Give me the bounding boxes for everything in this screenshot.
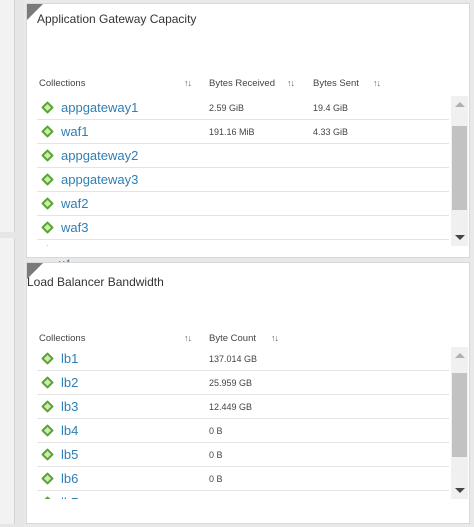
load-balancer-rows: lb1 137.014 GB lb2 25.959 GB lb3 12.449 GB lb4… [37, 347, 449, 499]
bytes-sent-value: 19.4 GiB [313, 103, 349, 113]
load-balancer-icon [41, 352, 54, 365]
table-row[interactable]: lb5 0 B [37, 443, 449, 467]
app-gateway-rows: appgateway1 2.59 GiB 19.4 GiB waf1 191.16 Mi… [37, 96, 449, 246]
scrollbar[interactable] [451, 96, 468, 246]
table-row[interactable]: waf2 [37, 192, 449, 216]
column-header-collections[interactable]: Collections [39, 78, 85, 89]
table-row[interactable]: appgateway2 [37, 144, 449, 168]
collection-link[interactable]: lb4 [61, 423, 78, 438]
load-balancer-bandwidth-tile[interactable]: Load Balancer Bandwidth Collections ↑↓ B… [26, 262, 470, 524]
table-row[interactable]: lb7 0 B [37, 491, 449, 499]
left-panel-strip [0, 0, 24, 527]
bytes-received-value: 191.16 MiB [209, 127, 255, 137]
table-row[interactable]: appgateway1 2.59 GiB 19.4 GiB [37, 96, 449, 120]
load-balancer-icon [41, 496, 54, 499]
sort-icon[interactable]: ↑↓ [184, 78, 192, 88]
column-header-collections[interactable]: Collections [39, 333, 85, 344]
table-row[interactable]: lb2 25.959 GB [37, 371, 449, 395]
app-gateway-capacity-tile[interactable]: Application Gateway Capacity Collections… [26, 3, 470, 270]
load-balancer-icon [41, 424, 54, 437]
collection-link[interactable]: lb3 [61, 399, 78, 414]
tile-title: Application Gateway Capacity [37, 12, 197, 26]
collection-link[interactable]: lb5 [61, 447, 78, 462]
sort-icon[interactable]: ↑↓ [373, 78, 381, 88]
collection-link[interactable]: waf1 [61, 124, 88, 139]
byte-count-value: 25.959 GB [209, 378, 253, 388]
scrollbar-thumb[interactable] [452, 126, 467, 210]
byte-count-value: 0 B [209, 426, 223, 436]
sort-icon[interactable]: ↑↓ [271, 333, 279, 343]
collection-link[interactable]: appgateway2 [61, 148, 138, 163]
table-row[interactable]: waf1 191.16 MiB 4.33 GiB [37, 120, 449, 144]
sort-icon[interactable]: ↑↓ [184, 333, 192, 343]
bytes-sent-value: 4.33 GiB [313, 127, 349, 137]
scroll-up-icon[interactable] [455, 102, 465, 107]
byte-count-value: 0 B [209, 474, 223, 484]
collection-link[interactable]: appgateway3 [61, 172, 138, 187]
bytes-received-value: 2.59 GiB [209, 103, 245, 113]
load-balancer-icon [41, 376, 54, 389]
scrollbar-thumb[interactable] [452, 373, 467, 457]
column-header-byte-count[interactable]: Byte Count [209, 333, 256, 344]
byte-count-value: 0 B [209, 498, 223, 499]
collection-link[interactable]: appgatewa [61, 244, 125, 246]
scroll-up-icon[interactable] [455, 353, 465, 358]
load-balancer-icon [41, 472, 54, 485]
collection-link[interactable]: lb6 [61, 471, 78, 486]
collection-link[interactable]: lb2 [61, 375, 78, 390]
table-row[interactable]: lb4 0 B [37, 419, 449, 443]
collection-link[interactable]: waf2 [61, 196, 88, 211]
left-panel-segment [0, 238, 15, 524]
app-gateway-icon [41, 245, 54, 246]
table-header: Collections ↑↓ Bytes Received ↑↓ Bytes S… [39, 78, 449, 94]
table-row[interactable]: lb3 12.449 GB [37, 395, 449, 419]
byte-count-value: 137.014 GB [209, 354, 258, 364]
byte-count-value: 0 B [209, 450, 223, 460]
collection-link[interactable]: appgateway1 [61, 100, 138, 115]
table-row[interactable]: appgateway3 [37, 168, 449, 192]
load-balancer-icon [41, 400, 54, 413]
byte-count-value: 12.449 GB [209, 402, 253, 412]
scroll-down-icon[interactable] [455, 488, 465, 493]
app-gateway-icon [41, 101, 54, 114]
column-header-bytes-received[interactable]: Bytes Received [209, 78, 275, 89]
table-row[interactable]: waf3 [37, 216, 449, 240]
app-gateway-icon [41, 221, 54, 234]
collection-link[interactable]: lb7 [61, 495, 78, 499]
table-row[interactable]: lb6 0 B [37, 467, 449, 491]
sort-icon[interactable]: ↑↓ [287, 78, 295, 88]
collection-link[interactable]: lb1 [61, 351, 78, 366]
load-balancer-icon [41, 448, 54, 461]
app-gateway-icon [41, 149, 54, 162]
table-row[interactable]: lb1 137.014 GB [37, 347, 449, 371]
collection-link[interactable]: waf3 [61, 220, 88, 235]
table-row[interactable]: appgatewa [37, 240, 449, 246]
app-gateway-icon [41, 197, 54, 210]
column-header-bytes-sent[interactable]: Bytes Sent [313, 78, 359, 89]
app-gateway-icon [41, 125, 54, 138]
scrollbar[interactable] [451, 347, 468, 499]
tile-title: Load Balancer Bandwidth [27, 275, 164, 289]
app-gateway-icon [41, 173, 54, 186]
scroll-down-icon[interactable] [455, 235, 465, 240]
left-panel-segment [0, 0, 15, 232]
